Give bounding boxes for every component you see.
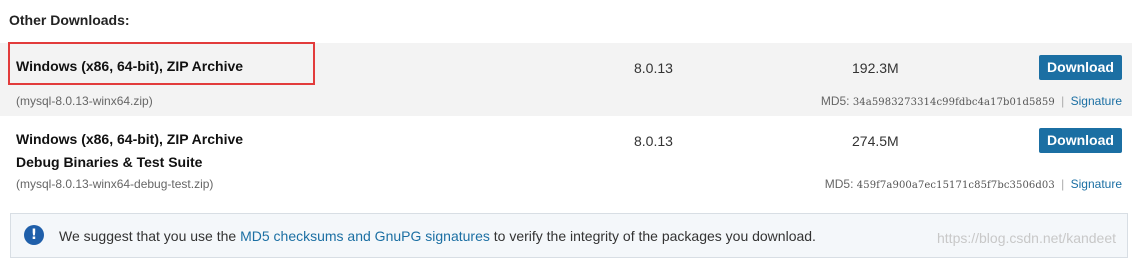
separator: |	[1061, 94, 1065, 108]
package-version: 8.0.13	[634, 60, 673, 76]
md5-line: MD5: 459f7a900a7ec15171c85f7bc3506d03 | …	[825, 177, 1122, 191]
package-subtitle: Debug Binaries & Test Suite	[16, 154, 203, 170]
download-button[interactable]: Download	[1039, 128, 1122, 153]
md5-label: MD5:	[824, 177, 854, 191]
package-filename: (mysql-8.0.13-winx64.zip)	[16, 94, 153, 108]
notice-text-before: We suggest that you use the	[59, 228, 241, 244]
info-notice: ! We suggest that you use the MD5 checks…	[10, 213, 1128, 258]
download-row: Windows (x86, 64-bit), ZIP Archive Debug…	[0, 116, 1132, 200]
info-icon: !	[24, 225, 44, 245]
download-button[interactable]: Download	[1039, 55, 1122, 80]
notice-text-after: to verify the integrity of the packages …	[489, 228, 816, 244]
highlight-box	[8, 42, 315, 85]
package-version: 8.0.13	[634, 133, 673, 149]
checksums-link[interactable]: MD5 checksums and GnuPG signatures	[240, 228, 490, 244]
md5-value: 34a5983273314c99fdbc4a17b01d5859	[852, 97, 1055, 108]
package-filename: (mysql-8.0.13-winx64-debug-test.zip)	[16, 177, 214, 191]
separator: |	[1061, 177, 1065, 191]
signature-link[interactable]: Signature	[1071, 177, 1122, 191]
md5-value: 459f7a900a7ec15171c85f7bc3506d03	[856, 180, 1055, 191]
section-title: Other Downloads:	[9, 12, 130, 28]
md5-label: MD5:	[820, 94, 850, 108]
notice-text: We suggest that you use the MD5 checksum…	[59, 228, 816, 244]
package-name: Windows (x86, 64-bit), ZIP Archive	[16, 131, 244, 147]
package-size: 192.3M	[852, 60, 899, 76]
watermark: https://blog.csdn.net/kandeet	[937, 230, 1117, 246]
md5-line: MD5: 34a5983273314c99fdbc4a17b01d5859 | …	[821, 94, 1122, 108]
signature-link[interactable]: Signature	[1071, 94, 1122, 108]
package-size: 274.5M	[852, 133, 899, 149]
